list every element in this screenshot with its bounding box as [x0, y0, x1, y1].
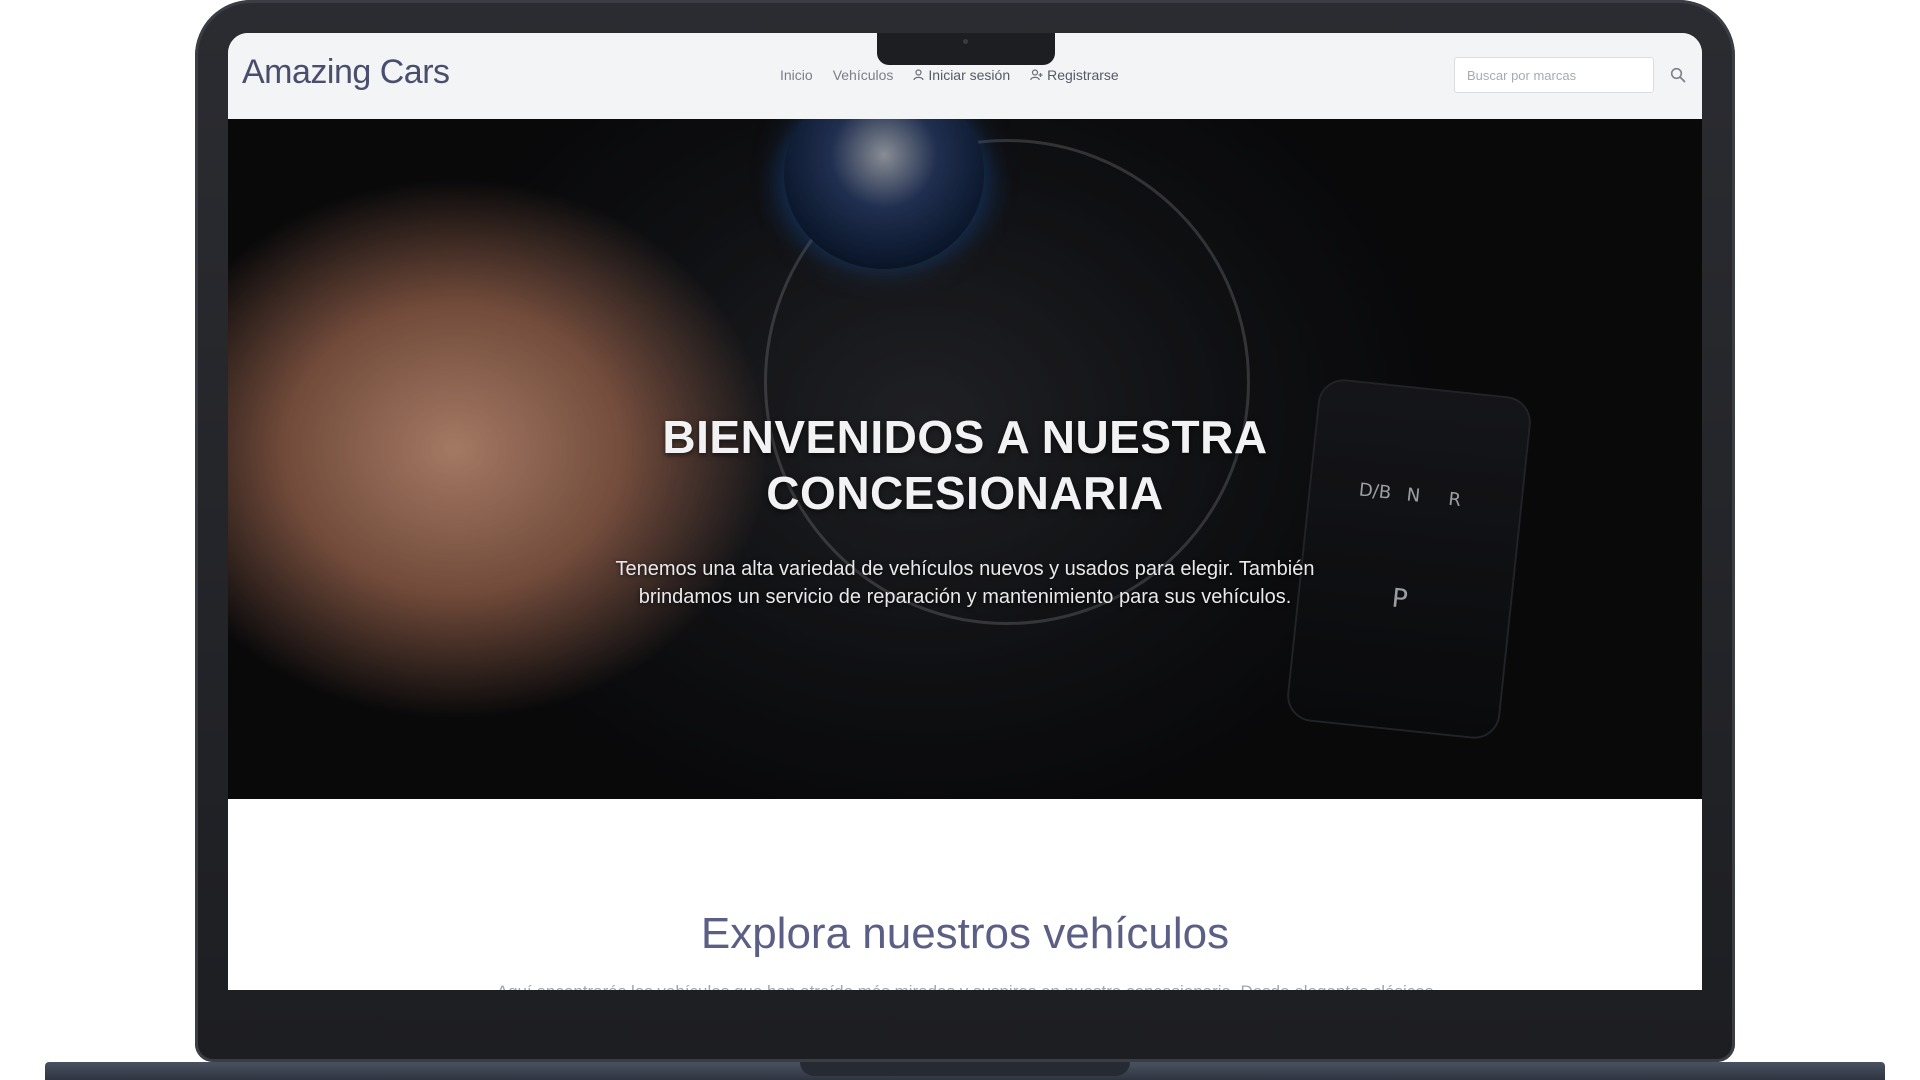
nav-link-label: Iniciar sesión: [928, 67, 1011, 83]
user-plus-icon: [1030, 69, 1043, 81]
laptop-mockup: Amazing Cars Inicio Vehículos Iniciar se…: [0, 0, 1920, 1080]
hero-subtitle-line: brindamos un servicio de reparación y ma…: [638, 586, 1292, 608]
hero-subtitle-line: Tenemos una alta variedad de vehículos n…: [615, 558, 1315, 580]
nav-links: Inicio Vehículos Iniciar sesión Registra…: [780, 67, 1119, 83]
browser-viewport: Amazing Cars Inicio Vehículos Iniciar se…: [228, 33, 1702, 990]
section-title: Explora nuestros vehículos: [700, 909, 1230, 958]
hero-title: BIENVENIDOS A NUESTRA CONCESIONARIA: [228, 409, 1702, 521]
nav-link-label: Inicio: [780, 67, 813, 83]
brand-logo[interactable]: Amazing Cars: [242, 53, 450, 92]
camera-notch: [877, 33, 1055, 65]
search-icon: [1670, 67, 1686, 83]
nav-link-label: Registrarse: [1047, 67, 1119, 83]
camera-icon: [963, 39, 968, 44]
nav-link-label: Vehículos: [832, 67, 894, 83]
hero-subtitle: Tenemos una alta variedad de vehículos n…: [228, 555, 1702, 611]
hero-title-line: CONCESIONARIA: [766, 467, 1164, 519]
search-input[interactable]: [1454, 57, 1654, 93]
search-button[interactable]: [1666, 63, 1690, 87]
section-description: Aquí encontrarás los vehículos que han a…: [228, 982, 1702, 990]
explore-section: Explora nuestros vehículos Aquí encontra…: [228, 799, 1702, 990]
nav-link-vehiculos[interactable]: Vehículos: [833, 67, 894, 83]
nav-link-iniciar-sesion[interactable]: Iniciar sesión: [913, 67, 1010, 83]
hero-banner: D/B N R P BIENVENIDOS A NUESTRA CONCESIO…: [228, 119, 1702, 799]
nav-link-inicio[interactable]: Inicio: [780, 67, 813, 83]
hero-title-line: BIENVENIDOS A NUESTRA: [662, 411, 1268, 463]
user-icon: [913, 69, 925, 81]
laptop-base-notch: [800, 1062, 1130, 1076]
nav-link-registrarse[interactable]: Registrarse: [1030, 67, 1119, 83]
